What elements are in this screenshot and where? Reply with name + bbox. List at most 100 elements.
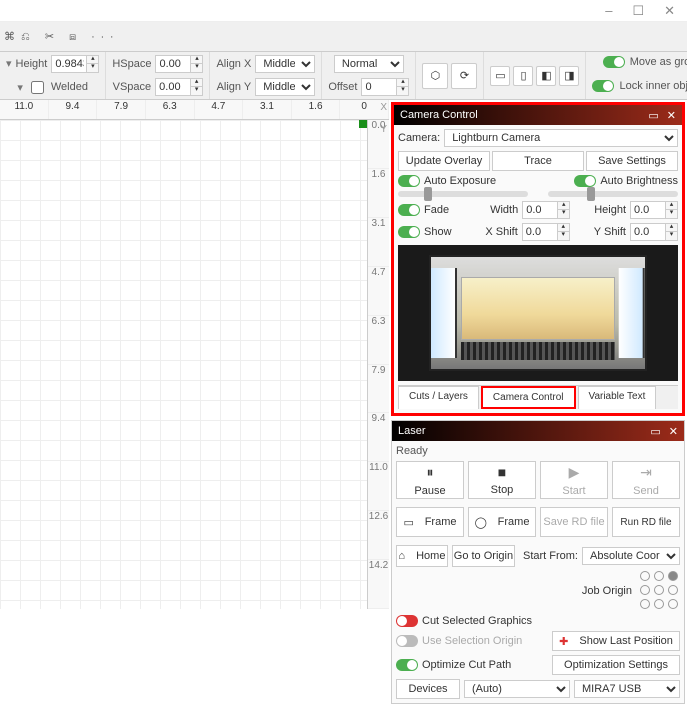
hspace-spinner[interactable]: ▴▾ bbox=[155, 55, 203, 73]
tab-variable-text[interactable]: Variable Text bbox=[578, 386, 657, 409]
tool-icon-1[interactable]: ⬡ bbox=[422, 63, 448, 89]
welded-checkbox[interactable] bbox=[31, 81, 44, 94]
width-label: Width bbox=[490, 204, 518, 216]
goto-origin-button[interactable]: Go to Origin bbox=[452, 545, 515, 567]
home-icon: ⌂ bbox=[398, 550, 405, 562]
optimization-settings-button[interactable]: Optimization Settings bbox=[552, 655, 680, 675]
width-spinner[interactable]: ▴▾ bbox=[522, 201, 570, 219]
window-maximize[interactable]: ☐ bbox=[632, 3, 644, 19]
lock-inner-toggle[interactable] bbox=[592, 80, 614, 92]
joborigin-label: Job Origin bbox=[582, 585, 632, 597]
auto-exposure-label: Auto Exposure bbox=[424, 175, 496, 187]
window-minimize[interactable]: – bbox=[605, 3, 612, 18]
dropdown-chevron-icon[interactable]: ▾ bbox=[6, 57, 12, 70]
device-auto-select[interactable]: (Auto) bbox=[464, 680, 570, 698]
frame-oval-button[interactable]: ◯ Frame bbox=[468, 507, 536, 537]
save-settings-button[interactable]: Save Settings bbox=[586, 151, 678, 171]
aligny-label: Align Y bbox=[217, 81, 252, 93]
x-axis-label: X bbox=[380, 102, 387, 113]
fade-label: Fade bbox=[424, 204, 449, 216]
tool-icon-2[interactable]: ⟳ bbox=[451, 63, 477, 89]
laser-panel-header[interactable]: Laser ▭ ✕ bbox=[392, 421, 684, 441]
xshift-spinner[interactable]: ▴▾ bbox=[522, 223, 570, 241]
offset-spinner[interactable]: ▴▾ bbox=[361, 78, 409, 96]
window-close[interactable]: ✕ bbox=[664, 3, 675, 19]
start-button[interactable]: ▶Start bbox=[540, 461, 608, 499]
frame-rect-icon: ▭ bbox=[404, 516, 414, 529]
height-label: Height bbox=[16, 58, 48, 70]
hspace-label: HSpace bbox=[112, 58, 151, 70]
mode-select[interactable]: Normal bbox=[334, 55, 404, 73]
crosshair-icon: ✚ bbox=[559, 635, 568, 648]
move-group-label: Move as group bbox=[630, 56, 687, 68]
dropdown-chevron-icon[interactable]: ▾ bbox=[17, 81, 23, 94]
panel-close-icon[interactable]: ✕ bbox=[669, 425, 678, 438]
align-icon-2[interactable]: ▯ bbox=[513, 66, 533, 86]
brightness-slider[interactable] bbox=[548, 191, 678, 197]
design-canvas[interactable]: 11.09.47.96.34.73.11.60 X 0.01.63.14.76.… bbox=[0, 100, 389, 609]
laser-panel-title: Laser bbox=[398, 425, 426, 437]
y-axis-label: Y bbox=[380, 124, 387, 135]
tab-cuts-layers[interactable]: Cuts / Layers bbox=[398, 386, 479, 409]
origin-marker bbox=[359, 120, 367, 128]
save-rd-button[interactable]: Save RD file bbox=[540, 507, 608, 537]
auto-brightness-label: Auto Brightness bbox=[600, 175, 678, 187]
camera-panel-highlight: Camera Control ▭ ✕ Camera: Lightburn Came… bbox=[391, 102, 685, 416]
panel-close-icon[interactable]: ✕ bbox=[667, 109, 676, 122]
move-group-toggle[interactable] bbox=[603, 56, 625, 68]
yshift-label: Y Shift bbox=[594, 226, 626, 238]
panel-undock-icon[interactable]: ▭ bbox=[650, 425, 660, 438]
startfrom-select[interactable]: Absolute Coords bbox=[582, 547, 680, 565]
camera-label: Camera: bbox=[398, 132, 440, 144]
canvas-grid bbox=[0, 120, 367, 609]
align-icon-1[interactable]: ▭ bbox=[490, 66, 510, 86]
update-overlay-button[interactable]: Update Overlay bbox=[398, 151, 490, 171]
stop-icon: ■ bbox=[498, 464, 506, 480]
cutsel-toggle[interactable] bbox=[396, 615, 418, 627]
usesel-toggle[interactable] bbox=[396, 635, 418, 647]
job-origin-grid[interactable] bbox=[640, 571, 680, 611]
welded-label: Welded bbox=[51, 81, 88, 93]
camera-panel-header[interactable]: Camera Control ▭ ✕ bbox=[394, 105, 682, 125]
device-port-select[interactable]: MIRA7 USB bbox=[574, 680, 680, 698]
stop-button[interactable]: ■Stop bbox=[468, 461, 536, 499]
yshift-spinner[interactable]: ▴▾ bbox=[630, 223, 678, 241]
show-toggle[interactable] bbox=[398, 226, 420, 238]
auto-brightness-toggle[interactable] bbox=[574, 175, 596, 187]
run-rd-button[interactable]: Run RD file bbox=[612, 507, 680, 537]
laser-status: Ready bbox=[396, 445, 680, 457]
ruler-vertical: 0.01.63.14.76.37.99.411.012.614.2 bbox=[367, 120, 389, 609]
play-icon: ▶ bbox=[569, 464, 580, 481]
pause-icon: ⏸ bbox=[427, 464, 434, 481]
tab-camera-control[interactable]: Camera Control bbox=[481, 386, 576, 409]
cutsel-label: Cut Selected Graphics bbox=[422, 615, 532, 627]
auto-exposure-toggle[interactable] bbox=[398, 175, 420, 187]
usesel-label: Use Selection Origin bbox=[422, 635, 522, 647]
toolstrip-glyphs: ⌘⎌ ✂ ⧈ ·∙· bbox=[4, 30, 120, 44]
send-icon: ⇥ bbox=[640, 464, 652, 481]
camera-select[interactable]: Lightburn Camera bbox=[444, 129, 678, 147]
alignx-select[interactable]: Middle bbox=[255, 55, 315, 73]
exposure-slider[interactable] bbox=[398, 191, 528, 197]
aligny-select[interactable]: Middle bbox=[255, 78, 315, 96]
optpath-toggle[interactable] bbox=[396, 659, 418, 671]
panel-undock-icon[interactable]: ▭ bbox=[648, 109, 658, 122]
lock-inner-label: Lock inner objects bbox=[619, 80, 687, 92]
alignx-label: Align X bbox=[216, 58, 251, 70]
camera-panel-title: Camera Control bbox=[400, 109, 478, 121]
send-button[interactable]: ⇥Send bbox=[612, 461, 680, 499]
pause-button[interactable]: ⏸Pause bbox=[396, 461, 464, 499]
height-spinner[interactable]: ▴▾ bbox=[51, 55, 99, 73]
devices-button[interactable]: Devices bbox=[396, 679, 460, 699]
frame-rect-button[interactable]: ▭ Frame bbox=[396, 507, 464, 537]
vspace-spinner[interactable]: ▴▾ bbox=[155, 78, 203, 96]
home-button[interactable]: ⌂ Home bbox=[396, 545, 448, 567]
trace-button[interactable]: Trace bbox=[492, 151, 584, 171]
align-icon-3[interactable]: ◧ bbox=[536, 66, 556, 86]
fade-toggle[interactable] bbox=[398, 204, 420, 216]
show-last-position-button[interactable]: ✚ Show Last Position bbox=[552, 631, 680, 651]
align-icon-4[interactable]: ◨ bbox=[559, 66, 579, 86]
show-label: Show bbox=[424, 226, 452, 238]
optpath-label: Optimize Cut Path bbox=[422, 659, 511, 671]
cam-height-spinner[interactable]: ▴▾ bbox=[630, 201, 678, 219]
